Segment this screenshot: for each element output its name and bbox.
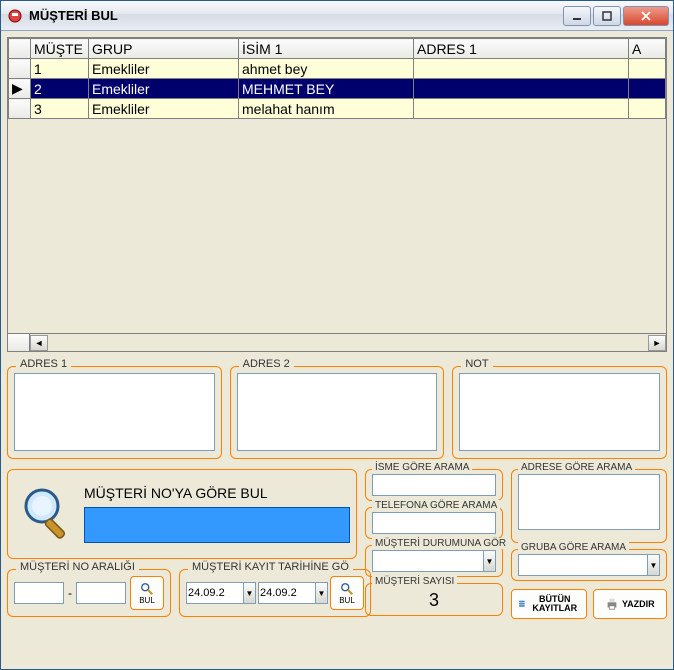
grup-search-label: GRUBA GÖRE ARAMA bbox=[518, 542, 629, 553]
all-records-button[interactable]: BÜTÜN KAYITLAR bbox=[511, 589, 587, 619]
isim-search-label: İSME GÖRE ARAMA bbox=[372, 462, 472, 473]
isim-search-input[interactable] bbox=[372, 474, 496, 496]
adres1-label: ADRES 1 bbox=[16, 358, 71, 370]
count-value: 3 bbox=[372, 588, 496, 611]
titlebar: MÜŞTERİ BUL bbox=[1, 1, 673, 31]
maximize-button[interactable] bbox=[593, 6, 621, 26]
tel-search-label: TELEFONA GÖRE ARAMA bbox=[372, 500, 500, 511]
durum-search-group: MÜŞTERİ DURUMUNA GÖR ▼ bbox=[365, 545, 503, 577]
not-label: NOT bbox=[461, 358, 492, 370]
date-to-dropdown[interactable]: ▼ bbox=[316, 582, 328, 604]
close-button[interactable] bbox=[623, 6, 669, 26]
count-label: MÜŞTERİ SAYISI bbox=[372, 576, 457, 587]
col-isim1[interactable]: İSİM 1 bbox=[239, 39, 414, 59]
adres1-memo[interactable] bbox=[14, 373, 215, 451]
magnifier-icon bbox=[14, 482, 78, 546]
scroll-left-icon[interactable]: ◄ bbox=[30, 335, 48, 351]
durum-dropdown[interactable]: ▼ bbox=[484, 550, 496, 572]
count-group: MÜŞTERİ SAYISI 3 bbox=[365, 583, 503, 616]
col-a[interactable]: A bbox=[629, 39, 666, 59]
table-row[interactable]: 1Emeklilerahmet bey bbox=[9, 59, 666, 79]
minimize-button[interactable] bbox=[563, 6, 591, 26]
adres2-memo[interactable] bbox=[237, 373, 438, 451]
app-icon bbox=[7, 8, 23, 24]
date-to[interactable] bbox=[258, 582, 316, 604]
grid-header: MÜŞTE GRUP İSİM 1 ADRES 1 A bbox=[9, 39, 666, 59]
no-range-group: MÜŞTERİ NO ARALIĞI - BUL bbox=[7, 569, 171, 617]
grup-combo[interactable] bbox=[518, 554, 648, 576]
grup-search-group: GRUBA GÖRE ARAMA ▼ bbox=[511, 549, 667, 581]
tel-search-input[interactable] bbox=[372, 512, 496, 534]
search-by-no-input[interactable] bbox=[84, 507, 350, 543]
no-range-to[interactable] bbox=[76, 582, 126, 604]
grup-dropdown[interactable]: ▼ bbox=[648, 554, 660, 576]
search-by-no-panel: MÜŞTERİ NO'YA GÖRE BUL bbox=[7, 469, 357, 559]
search-by-no-title: MÜŞTERİ NO'YA GÖRE BUL bbox=[84, 485, 350, 501]
col-musteri[interactable]: MÜŞTE bbox=[31, 39, 89, 59]
no-range-find-button[interactable]: BUL bbox=[130, 576, 164, 610]
customer-grid[interactable]: MÜŞTE GRUP İSİM 1 ADRES 1 A 1Emeklilerah… bbox=[7, 37, 667, 352]
records-icon bbox=[518, 597, 527, 611]
print-button[interactable]: YAZDIR bbox=[593, 589, 667, 619]
client-area: MÜŞTE GRUP İSİM 1 ADRES 1 A 1Emeklilerah… bbox=[1, 31, 673, 669]
date-range-label: MÜŞTERİ KAYIT TARİHİNE GÖ bbox=[188, 561, 353, 573]
window-controls bbox=[563, 6, 669, 26]
no-range-from[interactable] bbox=[14, 582, 64, 604]
table-row[interactable]: ▶2EmeklilerMEHMET BEY bbox=[9, 79, 666, 99]
adres-search-label: ADRESE GÖRE ARAMA bbox=[518, 462, 635, 473]
date-range-group: MÜŞTERİ KAYIT TARİHİNE GÖ ▼ ▼ BUL bbox=[179, 569, 371, 617]
col-grup[interactable]: GRUP bbox=[89, 39, 239, 59]
adres2-label: ADRES 2 bbox=[239, 358, 294, 370]
date-from[interactable] bbox=[186, 582, 244, 604]
adres2-group: ADRES 2 bbox=[230, 366, 445, 459]
grid-hscrollbar[interactable]: ◄ ► bbox=[8, 333, 666, 351]
no-range-label: MÜŞTERİ NO ARALIĞI bbox=[16, 561, 139, 573]
not-memo[interactable] bbox=[459, 373, 660, 451]
not-group: NOT bbox=[452, 366, 667, 459]
col-adres1[interactable]: ADRES 1 bbox=[414, 39, 629, 59]
isim-search-group: İSME GÖRE ARAMA bbox=[365, 469, 503, 501]
scroll-right-icon[interactable]: ► bbox=[648, 335, 666, 351]
adres-search-input[interactable] bbox=[518, 474, 660, 530]
table-row[interactable]: 3Emeklilermelahat hanım bbox=[9, 99, 666, 119]
adres-search-group: ADRESE GÖRE ARAMA bbox=[511, 469, 667, 543]
date-from-dropdown[interactable]: ▼ bbox=[244, 582, 256, 604]
date-range-find-button[interactable]: BUL bbox=[330, 576, 364, 610]
tel-search-group: TELEFONA GÖRE ARAMA bbox=[365, 507, 503, 539]
durum-combo[interactable] bbox=[372, 550, 484, 572]
adres1-group: ADRES 1 bbox=[7, 366, 222, 459]
printer-icon bbox=[605, 597, 619, 611]
durum-search-label: MÜŞTERİ DURUMUNA GÖR bbox=[372, 538, 509, 549]
window-title: MÜŞTERİ BUL bbox=[29, 8, 563, 23]
app-window: MÜŞTERİ BUL MÜŞTE GRUP İSİM 1 ADRES 1 A bbox=[0, 0, 674, 670]
